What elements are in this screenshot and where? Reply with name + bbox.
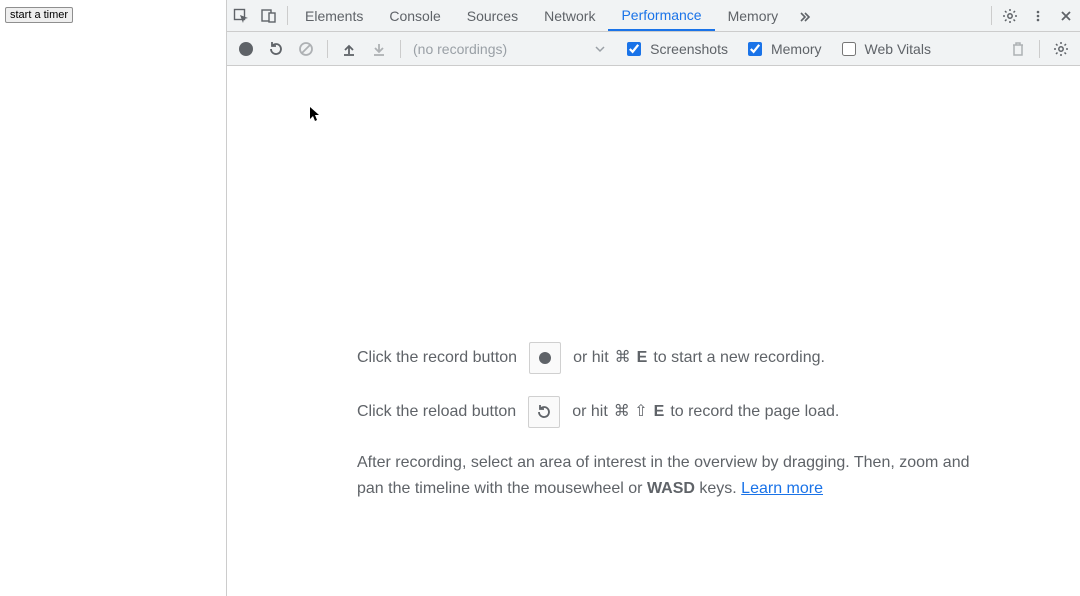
tab-list: Elements Console Sources Network Perform… bbox=[292, 0, 987, 31]
empty-performance-hint: Click the record button or hit ⌘ E to st… bbox=[357, 342, 977, 501]
memory-checkbox[interactable]: Memory bbox=[744, 39, 822, 59]
hint-reload-key: E bbox=[654, 399, 665, 425]
recordings-dropdown-icon[interactable] bbox=[595, 44, 605, 54]
hint-record-key: E bbox=[637, 345, 648, 371]
hint-record-text-c: to start a new recording. bbox=[653, 345, 825, 371]
save-profile-button[interactable] bbox=[366, 36, 392, 62]
tab-performance[interactable]: Performance bbox=[608, 0, 714, 31]
settings-icon[interactable] bbox=[996, 0, 1024, 31]
screenshots-label: Screenshots bbox=[650, 41, 728, 57]
tab-elements[interactable]: Elements bbox=[292, 0, 376, 31]
screenshots-checkbox[interactable]: Screenshots bbox=[623, 39, 728, 59]
divider bbox=[1039, 40, 1040, 58]
devtools-panel: Elements Console Sources Network Perform… bbox=[226, 0, 1080, 596]
hint-reload-shortcut: ⌘ ⇧ bbox=[614, 399, 648, 425]
reload-record-button[interactable] bbox=[263, 36, 289, 62]
hint-reload-text-a: Click the reload button bbox=[357, 399, 516, 425]
devtools-tabbar: Elements Console Sources Network Perform… bbox=[227, 0, 1080, 32]
hint-record-shortcut: ⌘ bbox=[615, 345, 631, 371]
more-tabs-icon[interactable] bbox=[791, 0, 819, 31]
divider bbox=[991, 6, 992, 25]
web-vitals-checkbox-input[interactable] bbox=[842, 42, 856, 56]
hint-record-text-a: Click the record button bbox=[357, 345, 517, 371]
screenshots-checkbox-input[interactable] bbox=[627, 42, 641, 56]
divider bbox=[400, 40, 401, 58]
hint-after-wasd: WASD bbox=[647, 480, 695, 497]
device-toolbar-icon[interactable] bbox=[255, 0, 283, 31]
memory-label: Memory bbox=[771, 41, 822, 57]
performance-content: Click the record button or hit ⌘ E to st… bbox=[227, 66, 1080, 596]
hint-record-text-b: or hit bbox=[573, 345, 609, 371]
recordings-label: (no recordings) bbox=[409, 41, 511, 57]
cursor-icon bbox=[309, 106, 321, 122]
hint-record-icon[interactable] bbox=[529, 342, 561, 374]
tab-sources[interactable]: Sources bbox=[454, 0, 531, 31]
clear-button[interactable] bbox=[293, 36, 319, 62]
divider bbox=[287, 6, 288, 25]
close-devtools-icon[interactable] bbox=[1052, 0, 1080, 31]
kebab-menu-icon[interactable] bbox=[1024, 0, 1052, 31]
performance-toolbar: (no recordings) Screenshots Memory Web V… bbox=[227, 32, 1080, 66]
start-timer-button[interactable]: start a timer bbox=[5, 7, 73, 23]
web-vitals-checkbox[interactable]: Web Vitals bbox=[838, 39, 931, 59]
inspect-element-icon[interactable] bbox=[227, 0, 255, 31]
tab-console[interactable]: Console bbox=[376, 0, 453, 31]
hint-after-c: keys. bbox=[695, 480, 741, 497]
hint-after-recording: After recording, select an area of inter… bbox=[357, 450, 977, 501]
tab-network[interactable]: Network bbox=[531, 0, 608, 31]
learn-more-link[interactable]: Learn more bbox=[741, 480, 823, 497]
hint-reload-text-c: to record the page load. bbox=[670, 399, 839, 425]
record-button[interactable] bbox=[233, 36, 259, 62]
capture-settings-icon[interactable] bbox=[1048, 36, 1074, 62]
collect-garbage-button[interactable] bbox=[1005, 36, 1031, 62]
page-content: start a timer bbox=[0, 0, 226, 596]
hint-reload-icon[interactable] bbox=[528, 396, 560, 428]
tab-memory[interactable]: Memory bbox=[715, 0, 792, 31]
hint-reload-text-b: or hit bbox=[572, 399, 608, 425]
web-vitals-label: Web Vitals bbox=[865, 41, 931, 57]
load-profile-button[interactable] bbox=[336, 36, 362, 62]
divider bbox=[327, 40, 328, 58]
memory-checkbox-input[interactable] bbox=[748, 42, 762, 56]
